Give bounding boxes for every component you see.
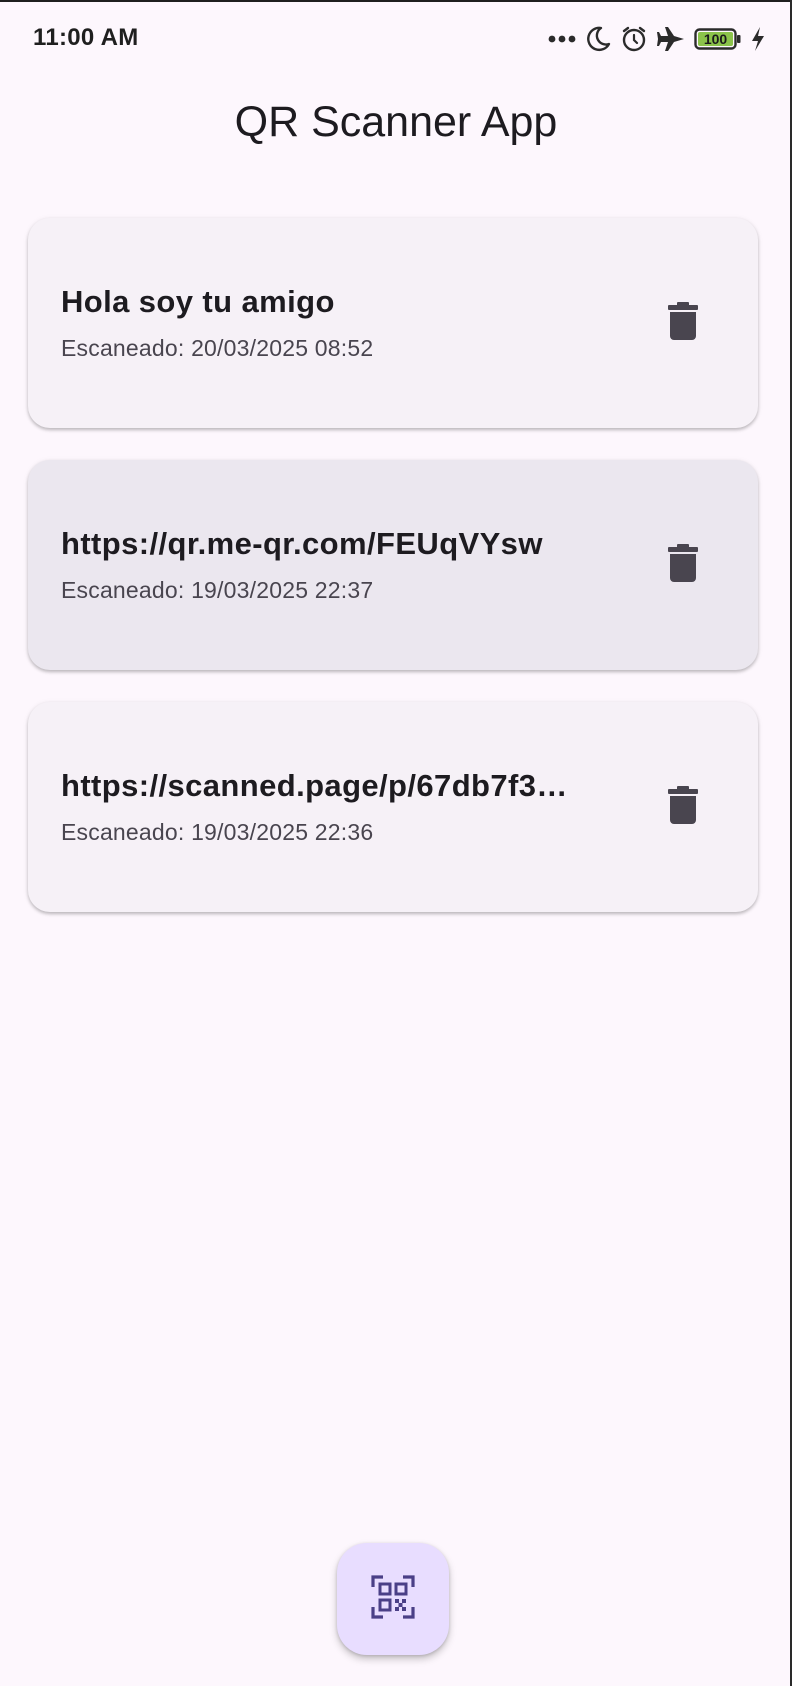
scan-card[interactable]: https://scanned.page/p/67db7f3… Escanead… [28,702,758,912]
delete-icon [667,543,699,587]
app-title: QR Scanner App [234,98,558,146]
scan-value: https://scanned.page/p/67db7f3… [61,768,568,803]
delete-button[interactable] [650,290,716,356]
moon-icon [584,25,612,53]
more-dots-icon [548,34,576,44]
charging-bolt-icon [750,26,766,52]
delete-icon [667,301,699,345]
scan-history-list: Hola soy tu amigo Escaneado: 20/03/2025 … [28,218,758,944]
scan-qr-button[interactable] [337,1543,449,1655]
scan-value: Hola soy tu amigo [61,284,335,319]
scan-date: Escaneado: 19/03/2025 22:36 [61,819,374,845]
scan-value: https://qr.me-qr.com/FEUqVYsw [61,526,543,561]
airplane-icon [656,25,686,53]
scan-date: Escaneado: 19/03/2025 22:37 [61,577,374,603]
battery-icon: 100 [694,27,742,51]
delete-button[interactable] [650,532,716,598]
status-bar: 11:00 AM 100 [0,0,792,78]
delete-icon [667,785,699,829]
battery-level: 100 [703,31,728,47]
scan-date: Escaneado: 20/03/2025 08:52 [61,335,374,361]
scan-card[interactable]: https://qr.me-qr.com/FEUqVYsw Escaneado:… [28,460,758,670]
delete-button[interactable] [650,774,716,840]
scan-card[interactable]: Hola soy tu amigo Escaneado: 20/03/2025 … [28,218,758,428]
alarm-icon [620,25,648,53]
status-icons: 100 [548,22,766,56]
status-time: 11:00 AM [33,24,139,51]
qr-scanner-icon [371,1574,415,1624]
